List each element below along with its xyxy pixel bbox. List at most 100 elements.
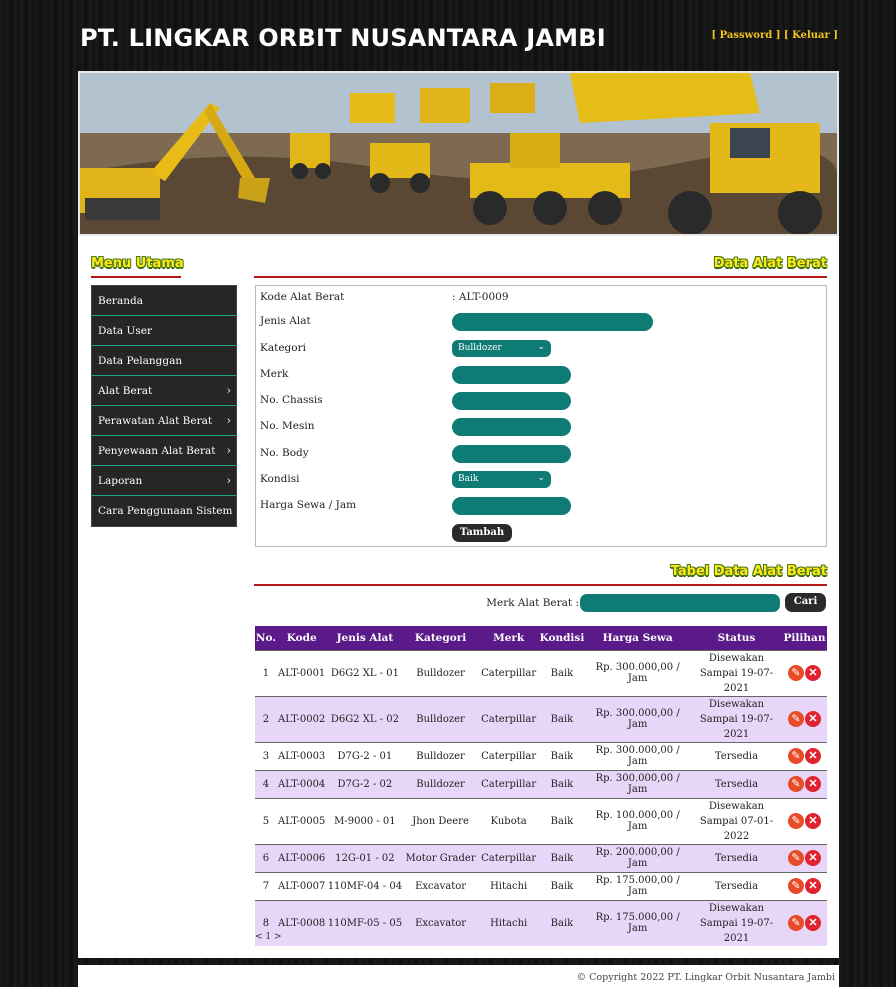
sidebar-item-cara-penggunaan[interactable]: Cara Penggunaan Sistem: [92, 496, 236, 526]
cell-status: Tersedia: [691, 872, 782, 900]
chassis-input[interactable]: [452, 392, 571, 410]
jenis-input[interactable]: [452, 313, 653, 331]
cell-harga: Rp. 300.000,00 / Jam: [595, 773, 680, 795]
cell-kondisi: Baik: [550, 667, 574, 679]
status-until: Sampai 19-07-2021: [699, 917, 774, 944]
cell-status: Disewakan Sampai 19-07-2021: [691, 650, 782, 696]
cell-no: 5: [262, 815, 270, 827]
cell-pilihan: ✎ ✕: [782, 696, 827, 742]
pencil-icon[interactable]: ✎: [788, 748, 804, 764]
table-row: 7 ALT-0007 110MF-04 - 04 Excavator Hitac…: [255, 872, 827, 900]
merk-input[interactable]: [452, 366, 571, 384]
pencil-icon[interactable]: ✎: [788, 711, 804, 727]
body-input[interactable]: [452, 445, 571, 463]
equipment-form: Kode Alat Berat : ALT-0009 Jenis Alat Ka…: [255, 285, 827, 547]
cell-pilihan: ✎ ✕: [782, 900, 827, 946]
sidebar-item-penyewaan[interactable]: Penyewaan Alat Berat ›: [92, 436, 236, 466]
col-header: Harga Sewa: [602, 631, 673, 644]
cell-kategori: Bulldozer: [416, 778, 465, 790]
status-text: Disewakan: [708, 800, 765, 812]
sidebar-item-beranda[interactable]: Beranda: [92, 286, 236, 316]
sidebar-item-label: Penyewaan Alat Berat: [98, 445, 216, 457]
cell-pilihan: ✎ ✕: [782, 872, 827, 900]
cell-harga: Rp. 175.000,00 / Jam: [595, 912, 680, 934]
chevron-right-icon: ›: [226, 474, 231, 487]
sidebar-menu: Beranda Data User Data Pelanggan Alat Be…: [91, 285, 237, 527]
pencil-icon[interactable]: ✎: [788, 915, 804, 931]
form-section-underline: [254, 276, 827, 278]
pencil-icon[interactable]: ✎: [788, 878, 804, 894]
cell-no: 3: [262, 750, 270, 762]
status-text: Disewakan: [708, 902, 765, 914]
table-row: 4 ALT-0004 D7G-2 - 02 Bulldozer Caterpil…: [255, 770, 827, 798]
equipment-table: No. Kode Jenis Alat Kategori Merk Kondis…: [255, 626, 827, 946]
status-until: Sampai 19-07-2021: [699, 667, 774, 694]
kondisi-select[interactable]: Baik ⌄: [452, 471, 551, 488]
sidebar-item-laporan[interactable]: Laporan ›: [92, 466, 236, 496]
search-input[interactable]: [580, 594, 780, 612]
form-section-title: Data Alat Berat: [713, 256, 827, 271]
cell-pilihan: ✎ ✕: [782, 798, 827, 844]
footer-copyright: © Copyright 2022 PT. Lingkar Orbit Nusan…: [78, 965, 839, 987]
cell-jenis: D6G2 XL - 02: [330, 713, 399, 725]
cell-kode: ALT-0005: [278, 815, 326, 827]
status-text: Tersedia: [714, 880, 759, 892]
cell-kategori: Bulldozer: [416, 713, 465, 725]
cell-harga: Rp. 300.000,00 / Jam: [595, 708, 680, 730]
pencil-icon[interactable]: ✎: [788, 776, 804, 792]
pencil-icon[interactable]: ✎: [788, 813, 804, 829]
table-row: 3 ALT-0003 D7G-2 - 01 Bulldozer Caterpil…: [255, 742, 827, 770]
body-label: No. Body: [260, 447, 309, 459]
cell-merk: Caterpillar: [481, 750, 537, 762]
cell-merk: Caterpillar: [481, 667, 537, 679]
sidebar-item-perawatan[interactable]: Perawatan Alat Berat ›: [92, 406, 236, 436]
x-circle-icon[interactable]: ✕: [805, 711, 821, 727]
x-circle-icon[interactable]: ✕: [805, 850, 821, 866]
cell-kode: ALT-0004: [278, 778, 326, 790]
x-circle-icon[interactable]: ✕: [805, 813, 821, 829]
search-button[interactable]: Cari: [785, 593, 826, 612]
sidebar-item-alat-berat[interactable]: Alat Berat ›: [92, 376, 236, 406]
x-circle-icon[interactable]: ✕: [805, 915, 821, 931]
cell-jenis: D6G2 XL - 01: [330, 667, 399, 679]
cell-kondisi: Baik: [550, 778, 574, 790]
status-text: Disewakan: [708, 652, 765, 664]
sidebar-item-label: Cara Penggunaan Sistem: [98, 505, 233, 517]
pencil-icon[interactable]: ✎: [788, 850, 804, 866]
status-text: Tersedia: [714, 778, 759, 790]
table-section-title: Tabel Data Alat Berat: [670, 564, 827, 579]
table-row: 6 ALT-0006 12G-01 - 02 Motor Grader Cate…: [255, 844, 827, 872]
col-header: No.: [255, 631, 276, 644]
kategori-select[interactable]: Bulldozer ⌄: [452, 340, 551, 357]
x-circle-icon[interactable]: ✕: [805, 748, 821, 764]
tambah-button[interactable]: Tambah: [452, 524, 512, 542]
x-circle-icon[interactable]: ✕: [805, 878, 821, 894]
cell-merk: Caterpillar: [481, 713, 537, 725]
harga-input[interactable]: [452, 497, 571, 515]
sidebar-item-label: Data Pelanggan: [98, 355, 183, 367]
logout-link[interactable]: [ Keluar ]: [784, 30, 838, 41]
x-circle-icon[interactable]: ✕: [805, 776, 821, 792]
cell-kode: ALT-0007: [278, 880, 326, 892]
kondisi-label: Kondisi: [260, 473, 300, 485]
jenis-label: Jenis Alat: [260, 315, 311, 327]
status-until: Sampai 19-07-2021: [699, 713, 774, 740]
cell-harga: Rp. 175.000,00 / Jam: [595, 875, 680, 897]
col-header: Kondisi: [539, 631, 585, 644]
cell-kondisi: Baik: [550, 880, 574, 892]
cell-pilihan: ✎ ✕: [782, 650, 827, 696]
cell-kondisi: Baik: [550, 917, 574, 929]
sidebar-item-data-user[interactable]: Data User: [92, 316, 236, 346]
chassis-label: No. Chassis: [260, 394, 323, 406]
sidebar-item-label: Beranda: [98, 295, 143, 307]
pagination[interactable]: < 1 >: [255, 932, 282, 942]
mesin-input[interactable]: [452, 418, 571, 436]
cell-kategori: Bulldozer: [416, 667, 465, 679]
col-header: Pilihan: [783, 631, 826, 644]
password-link[interactable]: [ Password ]: [711, 30, 780, 41]
cell-kode: ALT-0008: [278, 917, 326, 929]
pencil-icon[interactable]: ✎: [788, 665, 804, 681]
x-circle-icon[interactable]: ✕: [805, 665, 821, 681]
sidebar-item-data-pelanggan[interactable]: Data Pelanggan: [92, 346, 236, 376]
status-until: Sampai 07-01-2022: [699, 815, 774, 842]
